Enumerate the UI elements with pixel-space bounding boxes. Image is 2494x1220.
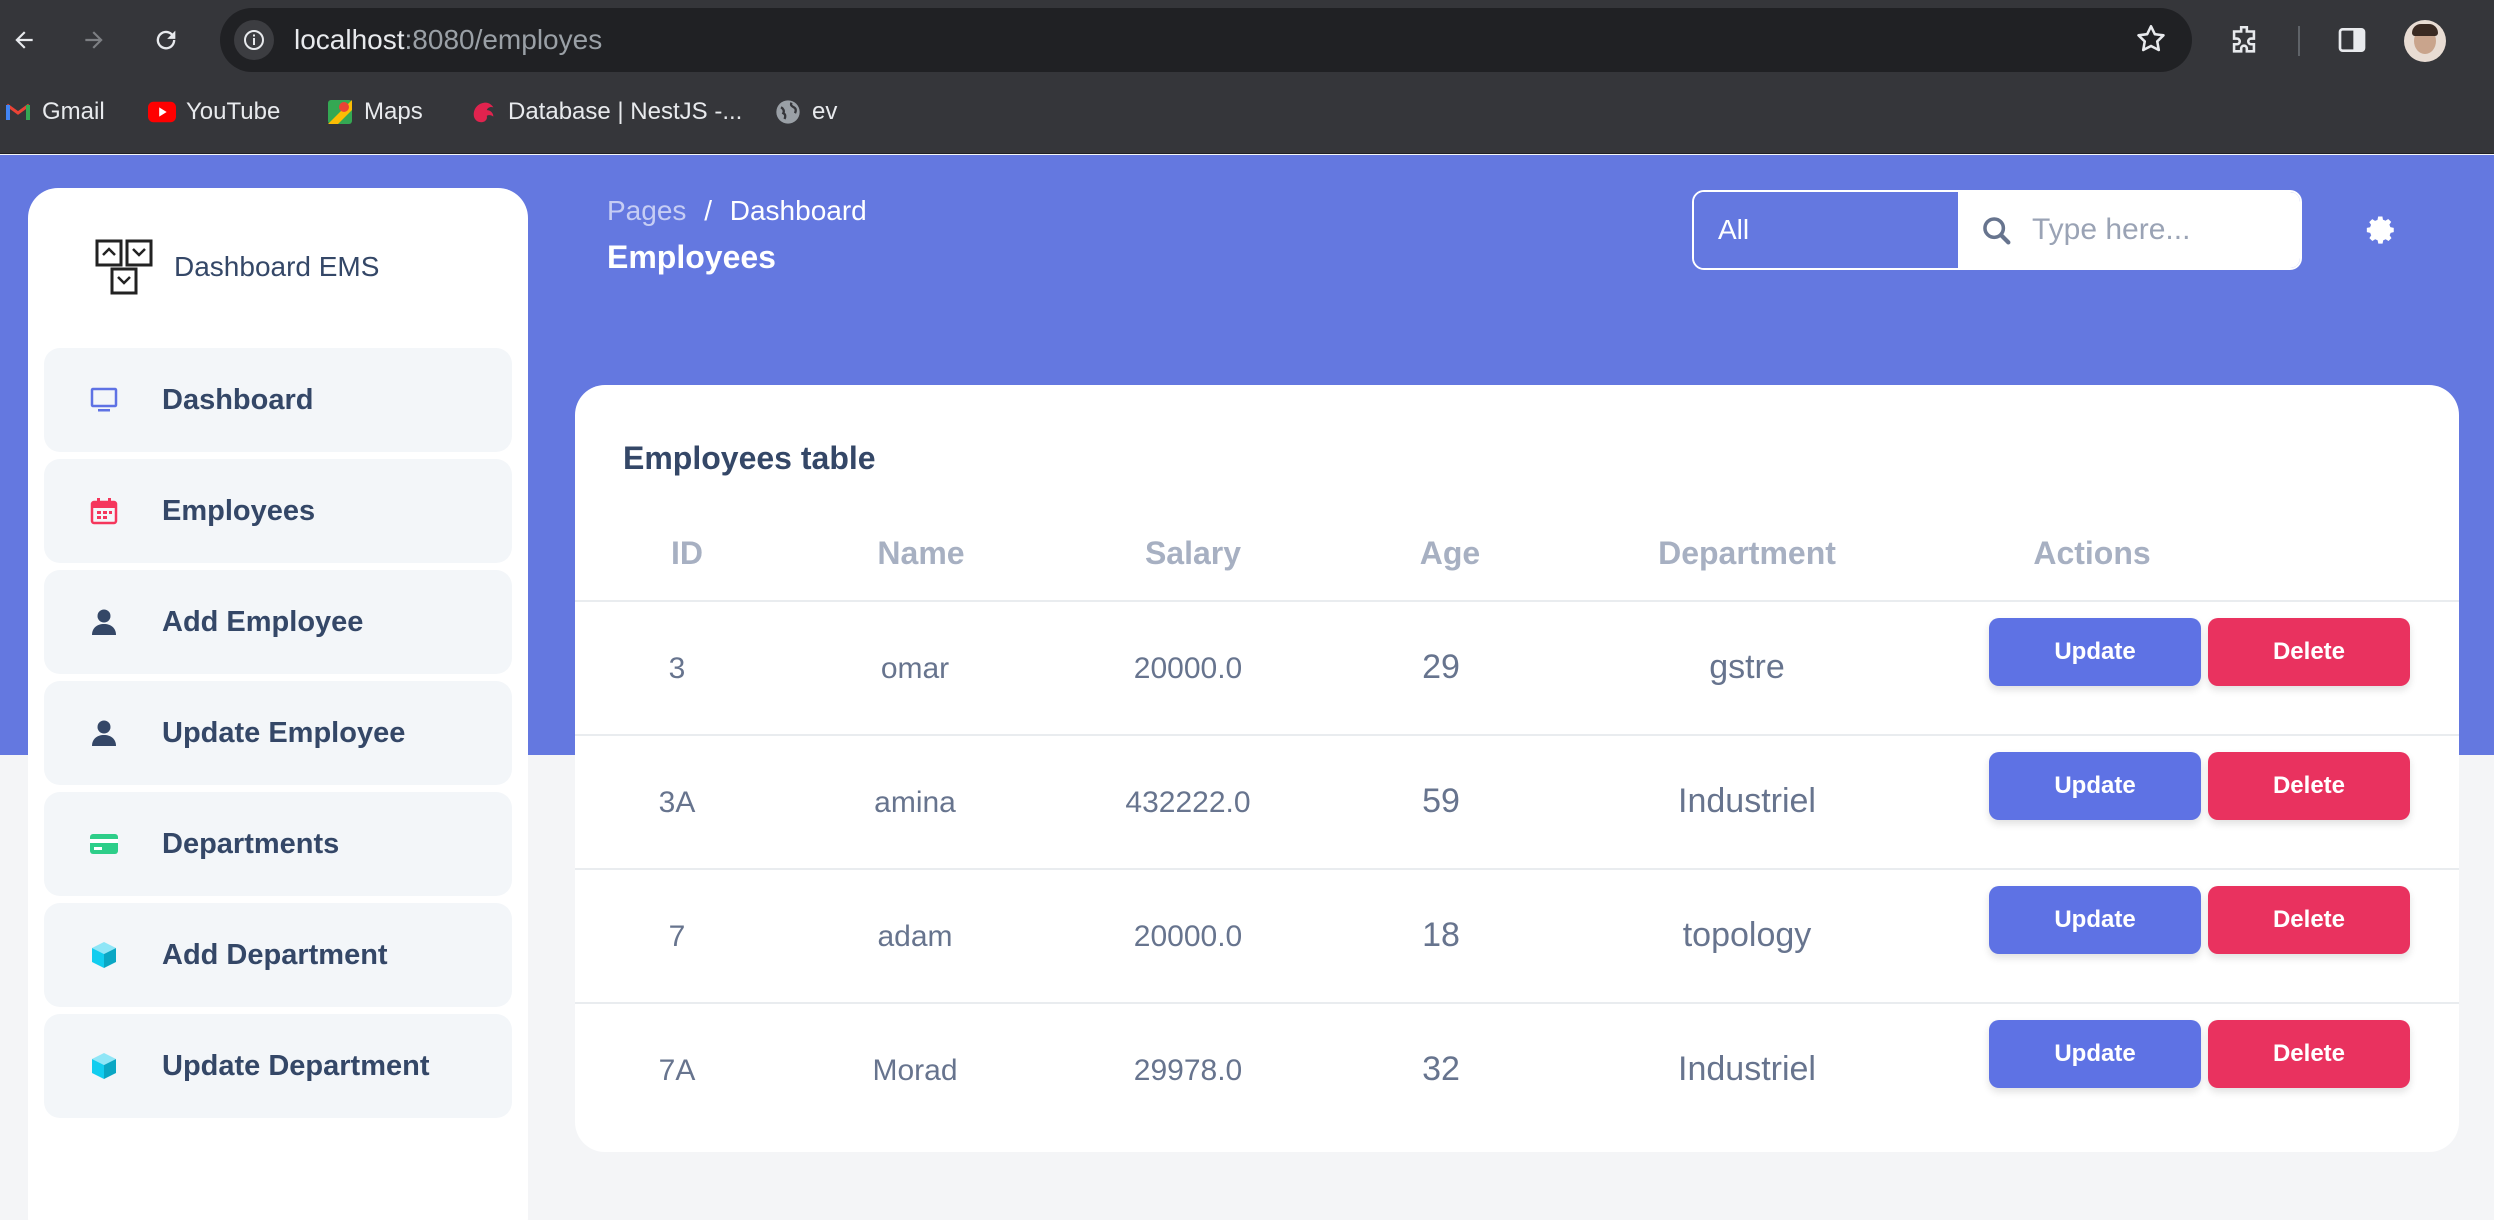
sidebar-item-update-department[interactable]: Update Department (44, 1014, 512, 1118)
search-icon (1980, 214, 2014, 253)
toolbar-divider (2298, 26, 2300, 56)
maps-icon (326, 98, 354, 126)
user-icon (88, 717, 120, 749)
nestjs-icon (470, 98, 498, 126)
box-icon (88, 1050, 120, 1082)
column-header-name: Name (877, 535, 965, 571)
cell-age: 29 (1422, 648, 1460, 686)
table-row: 3A amina 432222.0 59 Industriel Update D… (575, 734, 2459, 868)
column-header-id: ID (671, 535, 703, 571)
table-row: 3 omar 20000.0 29 gstre Update Delete (575, 600, 2459, 734)
profile-avatar[interactable] (2404, 20, 2446, 62)
cell-age: 18 (1422, 916, 1460, 954)
search-box (1960, 192, 2300, 268)
delete-button[interactable]: Delete (2208, 752, 2410, 820)
filter-select[interactable]: All (1694, 192, 1960, 268)
cell-department: topology (1682, 916, 1812, 954)
search-filter-group: All (1692, 190, 2302, 270)
delete-button[interactable]: Delete (2208, 886, 2410, 954)
youtube-icon (148, 98, 176, 126)
search-input[interactable] (2032, 210, 2292, 250)
site-info-icon[interactable] (234, 20, 274, 60)
employees-card: Employees table ID Name Salary Age Depar… (575, 385, 2459, 1152)
cell-name: Morad (872, 1054, 958, 1087)
update-button[interactable]: Update (1989, 1020, 2201, 1088)
globe-icon (774, 98, 802, 126)
update-button[interactable]: Update (1989, 618, 2201, 686)
update-button[interactable]: Update (1989, 752, 2201, 820)
monitor-icon (88, 384, 120, 416)
side-panel-icon[interactable] (2332, 20, 2372, 60)
cell-department: gstre (1709, 648, 1785, 686)
page-title: Employees (607, 239, 776, 275)
bookmark-youtube[interactable]: YouTube (148, 98, 280, 126)
app-root: Dashboard EMS Dashboard Employees Add Em… (0, 155, 2494, 1220)
gmail-icon (4, 98, 32, 126)
brand[interactable]: Dashboard EMS (94, 238, 379, 296)
sidebar-item-dashboard[interactable]: Dashboard (44, 348, 512, 452)
sidebar-item-add-employee[interactable]: Add Employee (44, 570, 512, 674)
cell-name: amina (874, 786, 956, 819)
bookmark-star-icon[interactable] (2134, 22, 2168, 61)
column-header-age: Age (1419, 535, 1481, 571)
cell-salary: 29978.0 (1133, 1054, 1243, 1087)
url-text: localhost:8080/employes (294, 24, 603, 55)
forward-icon[interactable] (72, 18, 116, 62)
breadcrumb-separator: / (704, 195, 712, 226)
cell-name: omar (880, 652, 950, 685)
breadcrumb-pages[interactable]: Pages (607, 195, 686, 226)
sidebar-item-employees[interactable]: Employees (44, 459, 512, 563)
breadcrumb-current: Dashboard (729, 195, 867, 226)
sidebar-item-update-employee[interactable]: Update Employee (44, 681, 512, 785)
cell-salary: 20000.0 (1133, 920, 1243, 953)
back-icon[interactable] (2, 18, 46, 62)
bookmark-ev[interactable]: ev (774, 98, 837, 126)
cell-id: 3 (668, 652, 686, 685)
cell-name: adam (877, 920, 953, 953)
address-bar[interactable]: localhost:8080/employes (220, 8, 2192, 72)
delete-button[interactable]: Delete (2208, 1020, 2410, 1088)
browser-toolbar: localhost:8080/employes (0, 0, 2494, 80)
user-icon (88, 606, 120, 638)
cell-age: 59 (1422, 782, 1460, 820)
table-row: 7 adam 20000.0 18 topology Update Delete (575, 868, 2459, 1002)
settings-gear-icon[interactable] (2364, 213, 2398, 247)
breadcrumb: Pages / Dashboard (607, 195, 867, 227)
cell-salary: 20000.0 (1133, 652, 1243, 685)
credit-card-icon (88, 828, 120, 860)
cell-id: 3A (658, 786, 696, 819)
column-header-department: Department (1658, 535, 1836, 571)
bookmark-maps[interactable]: Maps (326, 98, 423, 126)
table-row: 7A Morad 29978.0 32 Industriel Update De… (575, 1002, 2459, 1136)
calendar-icon (88, 495, 120, 527)
cell-salary: 432222.0 (1125, 786, 1251, 819)
cell-age: 32 (1422, 1050, 1460, 1088)
cell-department: Industriel (1678, 782, 1816, 820)
card-title: Employees table (623, 440, 876, 476)
sidebar-item-add-department[interactable]: Add Department (44, 903, 512, 1007)
box-icon (88, 939, 120, 971)
reload-icon[interactable] (144, 18, 188, 62)
cell-id: 7A (658, 1054, 696, 1087)
logo-icon (95, 239, 153, 295)
cell-id: 7 (668, 920, 686, 953)
extensions-icon[interactable] (2224, 20, 2264, 60)
cell-department: Industriel (1678, 1050, 1816, 1088)
brand-name: Dashboard EMS (174, 251, 380, 282)
sidebar: Dashboard EMS Dashboard Employees Add Em… (28, 188, 528, 1220)
bookmark-nestjs[interactable]: Database | NestJS -... (470, 98, 742, 126)
column-header-salary: Salary (1144, 535, 1242, 571)
update-button[interactable]: Update (1989, 886, 2201, 954)
delete-button[interactable]: Delete (2208, 618, 2410, 686)
column-header-actions: Actions (2033, 535, 2151, 571)
bookmark-gmail[interactable]: Gmail (4, 98, 105, 126)
sidebar-item-departments[interactable]: Departments (44, 792, 512, 896)
